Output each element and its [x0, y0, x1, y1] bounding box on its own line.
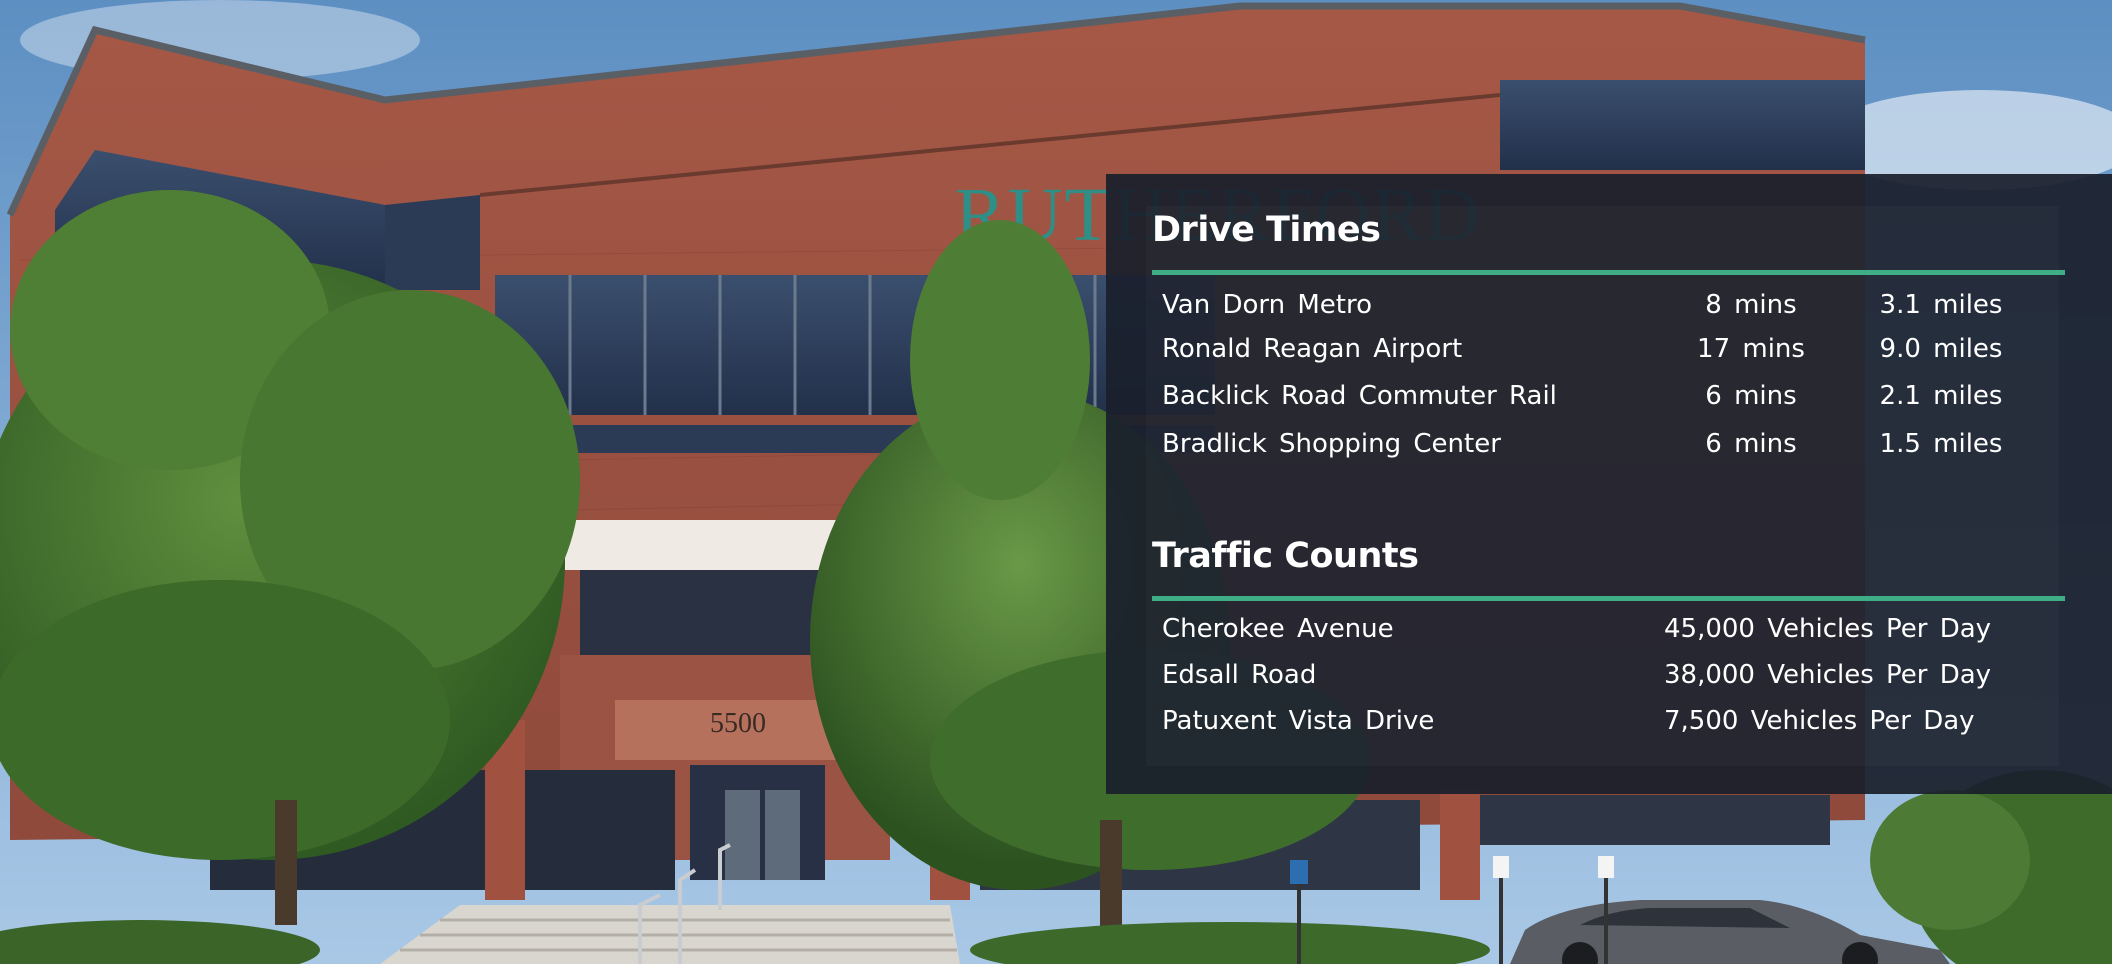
drive-place: Bradlick Shopping Center — [1162, 429, 1501, 459]
traffic-road: Edsall Road — [1162, 660, 1317, 690]
traffic-count: 38,000 Vehicles Per Day — [1664, 660, 1992, 690]
table-row: Cherokee Avenue 45,000 Vehicles Per Day — [1106, 614, 2112, 658]
drive-time: 6 mins — [1705, 429, 1797, 459]
info-panel: Drive Times Van Dorn Metro 8 mins 3.1 mi… — [1106, 174, 2112, 794]
drive-time: 6 mins — [1705, 381, 1797, 411]
drive-place: Backlick Road Commuter Rail — [1162, 381, 1557, 411]
address-number: 5500 — [710, 708, 766, 739]
table-row: Patuxent Vista Drive 7,500 Vehicles Per … — [1106, 706, 2112, 750]
drive-place: Van Dorn Metro — [1162, 290, 1372, 320]
drive-distance: 3.1 miles — [1879, 290, 2003, 320]
table-row: Backlick Road Commuter Rail 6 mins 2.1 m… — [1106, 381, 2112, 425]
traffic-count: 45,000 Vehicles Per Day — [1664, 614, 1992, 644]
drive-distance: 1.5 miles — [1879, 429, 2003, 459]
traffic-counts-title: Traffic Counts — [1152, 536, 1419, 576]
table-row: Edsall Road 38,000 Vehicles Per Day — [1106, 660, 2112, 704]
traffic-road: Cherokee Avenue — [1162, 614, 1394, 644]
traffic-counts-divider — [1152, 596, 2065, 601]
drive-distance: 2.1 miles — [1879, 381, 2003, 411]
traffic-count: 7,500 Vehicles Per Day — [1664, 706, 1975, 736]
table-row: Van Dorn Metro 8 mins 3.1 miles — [1106, 290, 2112, 334]
drive-time: 17 mins — [1697, 334, 1805, 364]
drive-time: 8 mins — [1705, 290, 1797, 320]
table-row: Bradlick Shopping Center 6 mins 1.5 mile… — [1106, 429, 2112, 473]
drive-place: Ronald Reagan Airport — [1162, 334, 1463, 364]
drive-times-title: Drive Times — [1152, 210, 1381, 250]
traffic-road: Patuxent Vista Drive — [1162, 706, 1435, 736]
drive-distance: 9.0 miles — [1879, 334, 2003, 364]
table-row: Ronald Reagan Airport 17 mins 9.0 miles — [1106, 334, 2112, 378]
drive-times-divider — [1152, 270, 2065, 275]
